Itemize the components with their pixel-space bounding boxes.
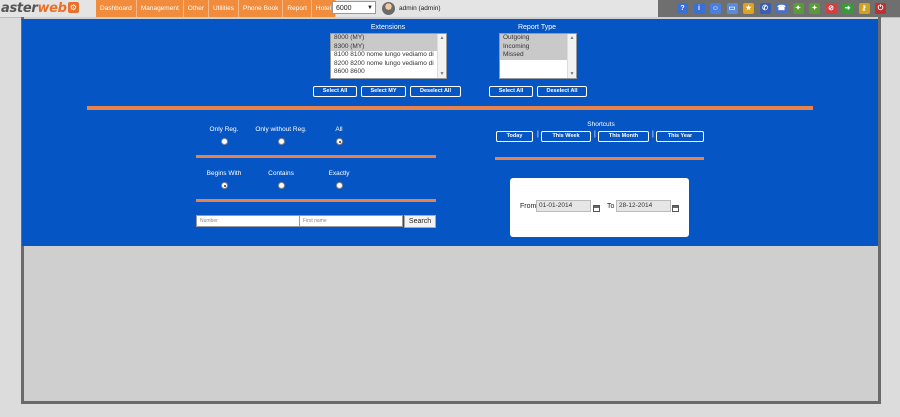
scrollbar[interactable]: ▲ ▼ [567, 34, 576, 78]
filter-panel: Extensions 8000 (MY) 8300 (MY) 8100 8100 n… [22, 19, 878, 246]
scroll-up-icon[interactable]: ▲ [568, 34, 576, 43]
menu-dashboard[interactable]: Dashboard [96, 0, 137, 17]
only-without-reg-radio[interactable] [278, 138, 285, 145]
begins-with-radio[interactable] [221, 182, 228, 189]
calendar-icon[interactable] [593, 205, 600, 212]
scroll-up-icon[interactable]: ▲ [438, 34, 446, 43]
menu-other[interactable]: Other [183, 0, 210, 17]
menu-utilities[interactable]: Utilities [209, 0, 239, 17]
search-button[interactable]: Search [404, 215, 436, 228]
handset-icon[interactable]: ☎ [776, 3, 787, 14]
extension-option[interactable]: 8000 (MY) [331, 34, 446, 43]
block-icon[interactable]: ⊘ [825, 3, 837, 14]
first-name-input[interactable]: First name [299, 215, 403, 227]
extensions-title: Extensions [370, 24, 406, 31]
today-button[interactable]: Today [496, 131, 533, 142]
app-logo[interactable]: asterweb ⚙ [1, 1, 95, 16]
calendar-icon[interactable] [672, 205, 679, 212]
logo-gear-icon: ⚙ [67, 2, 79, 13]
star-icon[interactable]: ★ [743, 3, 754, 14]
only-reg-radio[interactable] [221, 138, 228, 145]
right-divider [495, 157, 704, 160]
extension-option[interactable]: 8100 8100 nome lungo vediamo di [331, 51, 446, 60]
monitor-icon[interactable]: ▭ [726, 3, 738, 14]
extensions-select-all-button[interactable]: Select All [313, 86, 357, 97]
from-date-input[interactable]: 01-01-2014 [536, 200, 591, 212]
report-type-select-all-button[interactable]: Select All [489, 86, 533, 97]
report-type-deselect-all-button[interactable]: Deselect All [537, 86, 587, 97]
menu-report[interactable]: Report [283, 0, 312, 17]
only-without-reg-label: Only without Reg. [255, 126, 307, 133]
extension-option[interactable]: 8200 8200 nome lungo vediamo di [331, 60, 446, 69]
report-type-listbox[interactable]: Outgoing Incoming Missed ▲ ▼ [499, 33, 577, 79]
contains-radio[interactable] [278, 182, 285, 189]
scroll-down-icon[interactable]: ▼ [438, 70, 446, 79]
report-type-title: Report Type [517, 24, 556, 31]
number-input[interactable]: Number [196, 215, 300, 227]
user-icon[interactable]: ☺ [710, 3, 721, 14]
chevron-down-icon: ▼ [367, 5, 373, 11]
extensions-deselect-all-button[interactable]: Deselect All [410, 86, 461, 97]
left-divider-1 [196, 155, 436, 158]
left-divider-2 [196, 199, 436, 202]
date-range-card: From 01-01-2014 To 28-12-2014 [510, 178, 689, 237]
shortcut-separator: | [537, 131, 539, 138]
avatar [382, 2, 395, 15]
info-icon[interactable]: i [693, 3, 705, 14]
only-reg-label: Only Reg. [209, 126, 239, 133]
all-label: All [335, 126, 343, 133]
extension-option[interactable]: 8300 (MY) [331, 42, 446, 51]
exactly-label: Exactly [328, 170, 350, 177]
user-name: admin (admin) [399, 5, 441, 12]
to-label: To [607, 203, 615, 210]
exit-icon[interactable]: ⏻ [875, 3, 886, 14]
this-month-button[interactable]: This Month [598, 131, 649, 142]
this-week-button[interactable]: This Week [541, 131, 591, 142]
scrollbar[interactable]: ▲ ▼ [437, 34, 446, 78]
report-type-option[interactable]: Outgoing [500, 34, 576, 43]
begins-with-label: Begins With [206, 170, 242, 177]
extensions-listbox[interactable]: 8000 (MY) 8300 (MY) 8100 8100 nome lungo v… [330, 33, 447, 79]
contains-label: Contains [268, 170, 294, 177]
shortcut-separator: | [594, 131, 596, 138]
toolbar: ? i ☺ ▭ ★ ✆ ☎ ✦ ✦ ⊘ ➜ ⚷ ⏻ [658, 0, 900, 17]
extension-select-value: 6000 [336, 5, 352, 12]
plug-icon[interactable]: ✦ [792, 3, 804, 14]
arrow-icon[interactable]: ➜ [842, 3, 853, 14]
this-year-button[interactable]: This Year [656, 131, 704, 142]
section-divider [87, 106, 813, 110]
menu-phone-book[interactable]: Phone Book [238, 0, 284, 17]
shortcuts-title: Shortcuts [587, 121, 615, 128]
to-date-input[interactable]: 28-12-2014 [616, 200, 671, 212]
report-type-option[interactable]: Missed [500, 51, 576, 60]
key-icon[interactable]: ⚷ [858, 3, 870, 14]
help-icon[interactable]: ? [677, 3, 688, 14]
extension-option[interactable]: 8600 8600 [331, 68, 446, 77]
phone-icon[interactable]: ✆ [759, 3, 771, 14]
shortcut-separator: | [652, 131, 654, 138]
all-radio[interactable] [336, 138, 343, 145]
user-area: admin (admin) [382, 2, 441, 15]
extension-select[interactable]: 6000 ▼ [332, 1, 376, 14]
top-bar: asterweb ⚙ Dashboard Management Other Uti… [0, 0, 900, 18]
extensions-select-my-button[interactable]: Select MY [361, 86, 406, 97]
plug2-icon[interactable]: ✦ [809, 3, 820, 14]
menu-management[interactable]: Management [136, 0, 184, 17]
report-type-option[interactable]: Incoming [500, 42, 576, 51]
scroll-down-icon[interactable]: ▼ [568, 70, 576, 79]
from-label: From [520, 203, 537, 210]
exactly-radio[interactable] [336, 182, 343, 189]
main-menu: Dashboard Management Other Utilities Pho… [96, 0, 337, 17]
